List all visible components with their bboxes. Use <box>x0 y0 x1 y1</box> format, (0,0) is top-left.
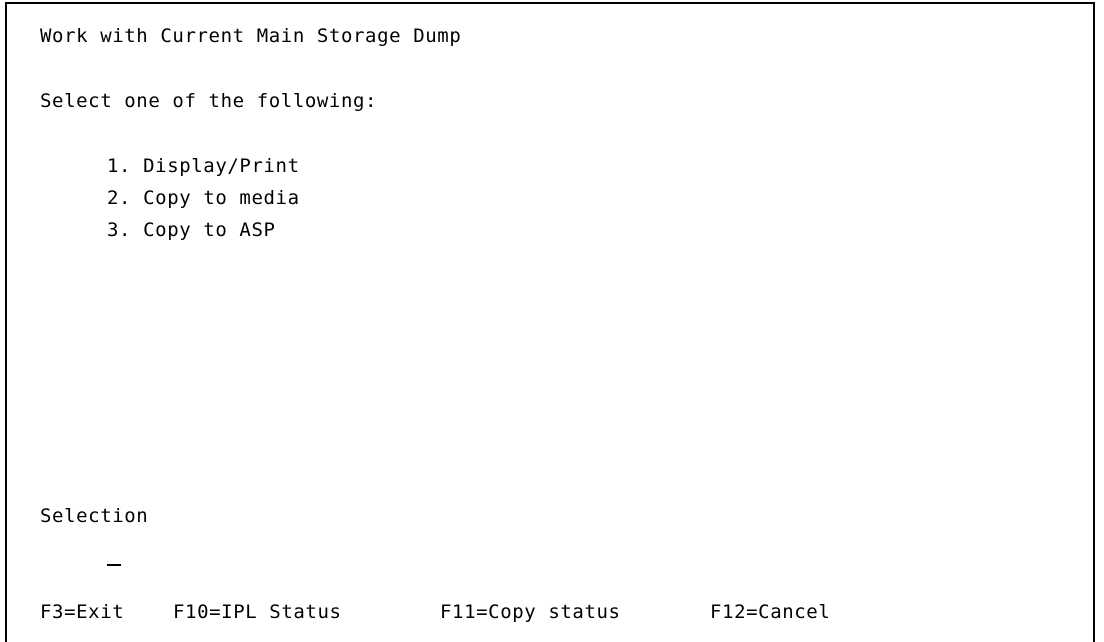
f11-copy-status-key[interactable]: F11=Copy status <box>440 601 621 623</box>
f12-cancel-key[interactable]: F12=Cancel <box>710 601 830 623</box>
function-key-bar: F3=Exit F10=IPL Status F11=Copy status F… <box>40 601 1080 623</box>
menu-option-copy-to-media[interactable]: 2. Copy to media <box>107 187 300 209</box>
menu-option-copy-to-asp[interactable]: 3. Copy to ASP <box>107 219 276 241</box>
terminal-screen: Work with Current Main Storage Dump Sele… <box>5 2 1095 642</box>
menu-option-display-print[interactable]: 1. Display/Print <box>107 155 300 177</box>
selection-input[interactable] <box>107 560 121 566</box>
screen-title: Work with Current Main Storage Dump <box>40 25 462 47</box>
selection-label: Selection <box>40 505 149 527</box>
f10-ipl-status-key[interactable]: F10=IPL Status <box>173 601 342 623</box>
f3-exit-key[interactable]: F3=Exit <box>40 601 124 623</box>
menu-prompt: Select one of the following: <box>40 90 378 112</box>
